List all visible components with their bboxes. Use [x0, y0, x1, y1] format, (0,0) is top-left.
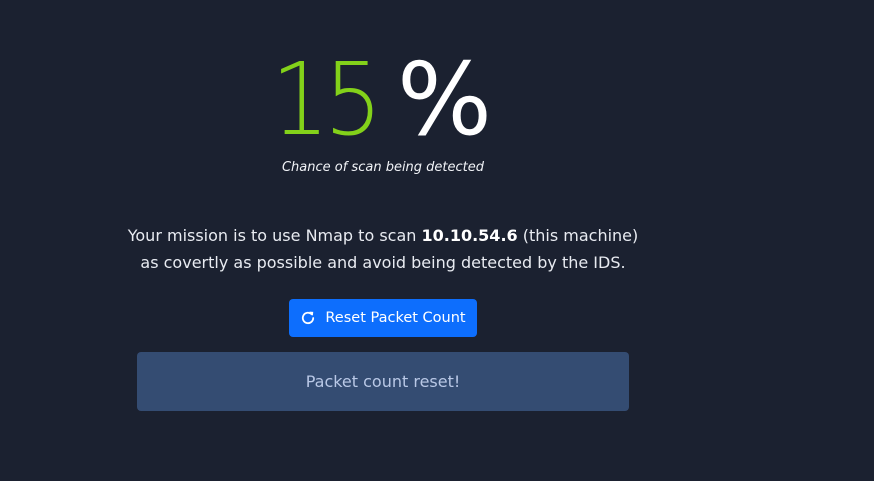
mission-prefix: Your mission is to use Nmap to scan: [127, 226, 422, 245]
detection-caption: Chance of scan being detected: [281, 160, 485, 175]
alert-message: Packet count reset!: [305, 372, 461, 391]
mission-suffix: (this machine): [517, 226, 639, 245]
detection-percent-sign: %: [397, 41, 493, 158]
mission-line2: as covertly as possible and avoid being …: [140, 253, 626, 272]
status-alert: Packet count reset!: [137, 352, 629, 411]
target-ip: 10.10.54.6: [421, 226, 518, 245]
ids-challenge-page: 15 % Chance of scan being detected Your …: [0, 0, 874, 481]
refresh-icon: [300, 310, 316, 326]
reset-button-label: Reset Packet Count: [325, 310, 466, 326]
detection-percent-value: 15: [271, 41, 383, 158]
reset-packet-count-button[interactable]: Reset Packet Count: [289, 299, 477, 337]
mission-text: Your mission is to use Nmap to scan 10.1…: [0, 222, 766, 276]
detection-percent: 15 %: [271, 40, 493, 160]
